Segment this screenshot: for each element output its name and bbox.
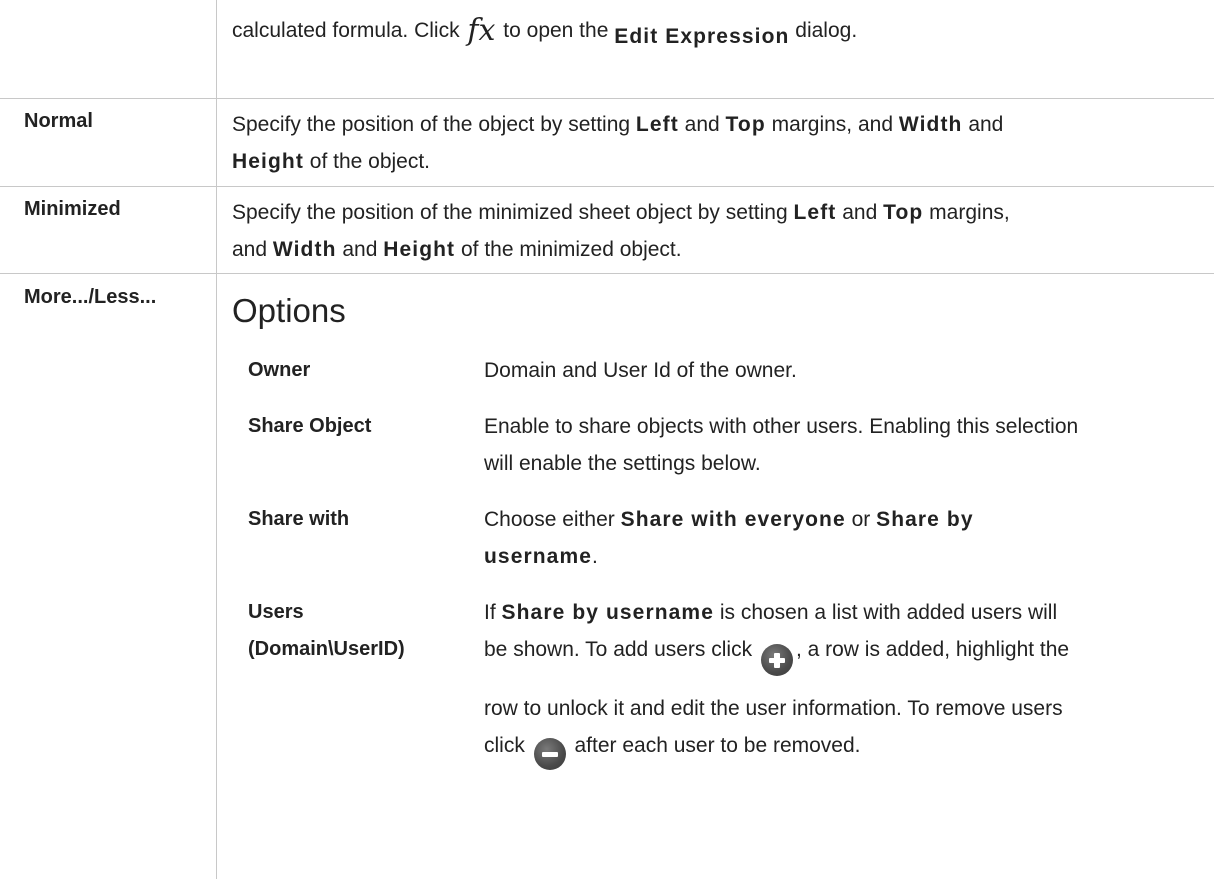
options-heading: Options [232, 292, 346, 329]
option-label-owner: Owner [248, 359, 311, 381]
minimized-description: Specify the position of the minimized sh… [232, 201, 1010, 261]
top-row-description: calculated formula. Click fx to open the… [232, 13, 858, 49]
option-label-share-object: Share Object [248, 415, 372, 437]
option-desc-owner: Domain and User Id of the owner. [484, 359, 797, 382]
normal-description: Specify the position of the object by se… [232, 113, 1004, 173]
row-divider [0, 186, 1214, 187]
document-table: calculated formula. Click fx to open the… [0, 0, 1214, 879]
add-user-icon [760, 644, 793, 677]
column-divider [216, 0, 217, 879]
option-desc-share-object: Enable to share objects with other users… [484, 415, 1079, 475]
option-label-share-with: Share with [248, 508, 350, 530]
row-divider [0, 273, 1214, 274]
option-label-users: Users (Domain\UserID) [248, 601, 405, 660]
option-desc-share-with: Choose either Share with everyone or Sha… [484, 508, 974, 568]
option-desc-users: If Share by username is chosen a list wi… [484, 594, 1069, 771]
row-label-normal: Normal [24, 110, 93, 132]
edit-expression-term: Edit Expression [614, 25, 790, 48]
fx-icon: fx [467, 13, 496, 48]
row-divider [0, 98, 1214, 99]
remove-user-icon [533, 738, 566, 771]
row-label-more-less: More.../Less... [24, 286, 157, 308]
row-label-minimized: Minimized [24, 198, 121, 220]
